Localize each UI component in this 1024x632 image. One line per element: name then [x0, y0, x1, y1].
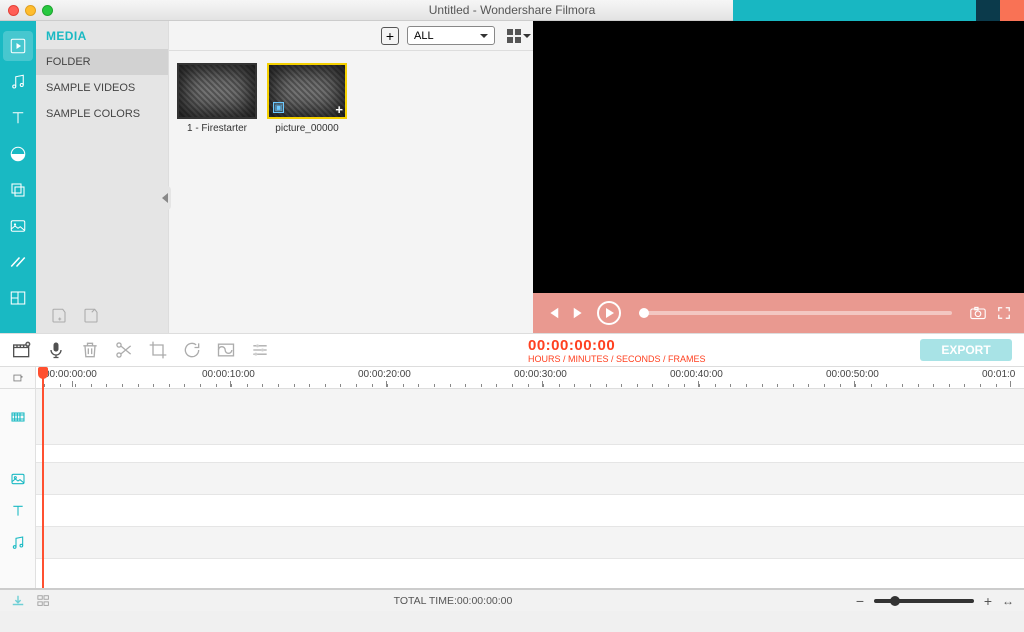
media-thumbnail-label: 1 - Firestarter	[177, 119, 257, 134]
media-thumbnail[interactable]: 1 - Firestarter	[177, 63, 257, 134]
import-icon[interactable]	[10, 594, 26, 608]
ruler-mark: 00:00:10:00	[202, 369, 255, 380]
preview-progress[interactable]	[639, 311, 952, 315]
split-icon[interactable]	[114, 340, 134, 360]
ruler-mark: 00:00:30:00	[514, 369, 567, 380]
media-filter-dropdown[interactable]: ALL	[407, 26, 495, 45]
color-tuning-icon[interactable]	[216, 340, 236, 360]
add-marker-icon[interactable]	[0, 367, 35, 389]
view-mode-button[interactable]	[503, 27, 525, 45]
pip-track-icon[interactable]	[0, 463, 35, 495]
rotate-icon[interactable]	[182, 340, 202, 360]
video-track[interactable]	[36, 389, 1024, 445]
prev-frame-button[interactable]	[545, 305, 561, 321]
mode-tab-easy[interactable]	[976, 0, 1000, 21]
sidebar-effects[interactable]	[3, 139, 33, 169]
status-bar: TOTAL TIME:00:00:00:00 − + ↔	[0, 589, 1024, 611]
import-media-button[interactable]: +	[381, 27, 399, 45]
mode-tab-action[interactable]	[1000, 0, 1024, 21]
left-sidebar	[0, 21, 36, 333]
timecode-hint: HOURS / MINUTES / SECONDS / FRAMES	[528, 354, 706, 364]
preview-controls	[533, 293, 1024, 333]
ruler-mark: 00:01:0	[982, 369, 1015, 380]
music-track[interactable]	[36, 527, 1024, 559]
folder-panel: MEDIA FOLDER SAMPLE VIDEOS SAMPLE COLORS	[36, 21, 168, 333]
media-thumbnail-label: picture_00000	[267, 119, 347, 134]
text-track-icon[interactable]	[0, 495, 35, 527]
media-browser: + ALL 1 - Firestarter ▣ + picture_00000	[168, 21, 533, 333]
delete-icon[interactable]	[80, 340, 100, 360]
sidebar-media[interactable]	[3, 31, 33, 61]
zoom-slider[interactable]	[874, 599, 974, 603]
fullscreen-button[interactable]	[996, 305, 1012, 321]
titlebar: Untitled - Wondershare Filmora	[0, 0, 1024, 21]
zoom-in-button[interactable]: +	[982, 593, 994, 609]
delete-folder-icon[interactable]	[82, 305, 100, 327]
sidebar-text[interactable]	[3, 103, 33, 133]
crop-icon[interactable]	[148, 340, 168, 360]
media-thumbnail[interactable]: ▣ + picture_00000	[267, 63, 347, 134]
total-time-label: TOTAL TIME:	[394, 595, 457, 607]
sidebar-splitscreen[interactable]	[3, 283, 33, 313]
settings-icon[interactable]	[250, 340, 270, 360]
new-folder-icon[interactable]	[50, 305, 68, 327]
close-window-button[interactable]	[8, 5, 19, 16]
mode-tab-full[interactable]	[733, 0, 976, 21]
minimize-window-button[interactable]	[25, 5, 36, 16]
video-track-icon[interactable]	[0, 389, 35, 445]
sidebar-transitions[interactable]	[3, 247, 33, 277]
collapse-folder-panel[interactable]	[159, 186, 171, 210]
folder-item[interactable]: FOLDER	[36, 49, 168, 75]
sidebar-elements[interactable]	[3, 211, 33, 241]
playhead[interactable]	[42, 367, 44, 588]
storyboard-view-icon[interactable]	[36, 594, 52, 608]
folder-item[interactable]: SAMPLE VIDEOS	[36, 75, 168, 101]
record-voiceover-icon[interactable]	[46, 340, 66, 360]
timeline: 00:00:00:00 00:00:10:00 00:00:20:00 00:00:3…	[0, 367, 1024, 589]
music-track-icon[interactable]	[0, 527, 35, 559]
text-track[interactable]	[36, 495, 1024, 527]
play-button[interactable]	[597, 301, 621, 325]
ruler-mark: 00:00:20:00	[358, 369, 411, 380]
maximize-window-button[interactable]	[42, 5, 53, 16]
preview-panel	[533, 21, 1024, 333]
zoom-fit-button[interactable]: ↔	[1002, 594, 1014, 608]
window-title: Untitled - Wondershare Filmora	[429, 3, 596, 17]
mode-tabs	[733, 0, 1024, 21]
add-media-icon[interactable]	[12, 340, 32, 360]
track-gap	[36, 445, 1024, 463]
next-frame-button[interactable]	[571, 305, 587, 321]
pip-track[interactable]	[36, 463, 1024, 495]
image-type-icon: ▣	[273, 102, 284, 113]
timeline-toolbar: 00:00:00:00 HOURS / MINUTES / SECONDS / …	[0, 333, 1024, 367]
ruler-mark: 00:00:50:00	[826, 369, 879, 380]
snapshot-button[interactable]	[970, 305, 986, 321]
total-time-value: 00:00:00:00	[457, 595, 512, 607]
timeline-ruler[interactable]: 00:00:00:00 00:00:10:00 00:00:20:00 00:00:3…	[36, 367, 1024, 389]
zoom-out-button[interactable]: −	[854, 593, 866, 609]
ruler-mark: 00:00:00:00	[44, 369, 97, 380]
folder-panel-header: MEDIA	[36, 21, 168, 49]
add-to-timeline-icon[interactable]: +	[335, 103, 343, 116]
sidebar-overlays[interactable]	[3, 175, 33, 205]
sidebar-music[interactable]	[3, 67, 33, 97]
timecode-display: 00:00:00:00	[528, 337, 706, 354]
preview-screen	[533, 21, 1024, 293]
export-button[interactable]: EXPORT	[920, 339, 1012, 361]
ruler-mark: 00:00:40:00	[670, 369, 723, 380]
folder-item[interactable]: SAMPLE COLORS	[36, 101, 168, 127]
